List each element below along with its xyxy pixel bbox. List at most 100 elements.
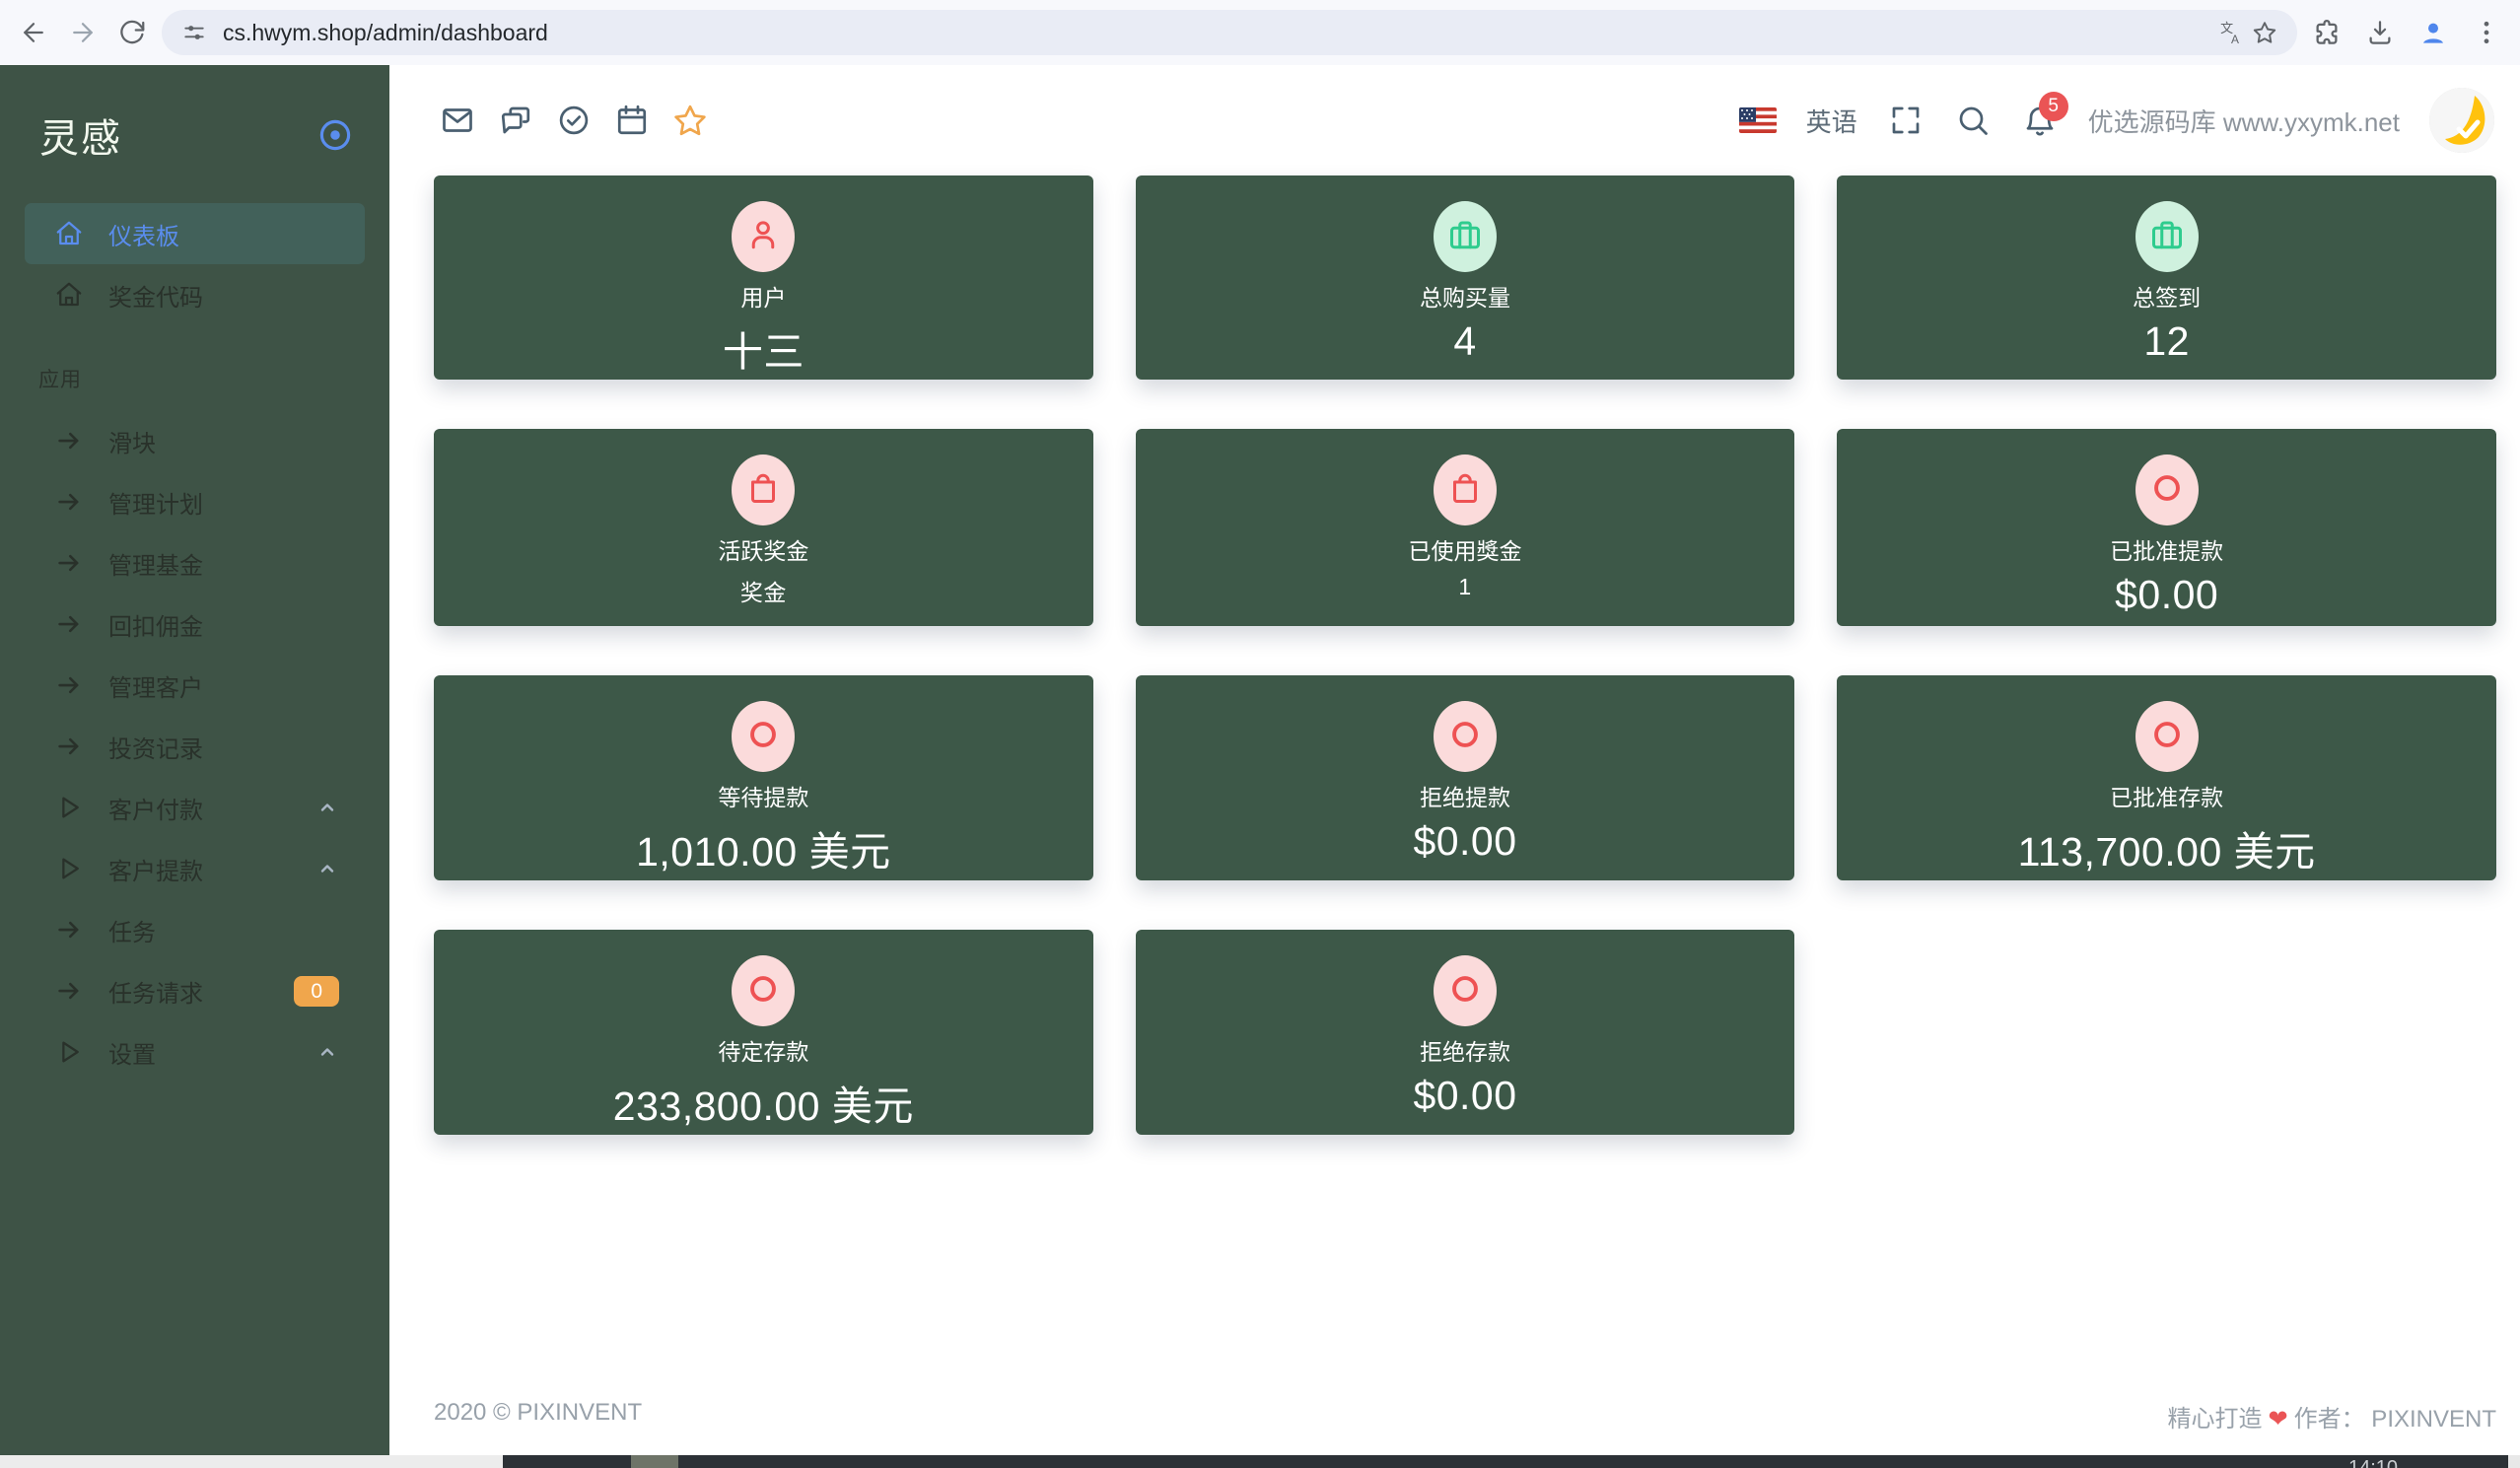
sidebar-item-管理基金[interactable]: 管理基金 <box>25 532 365 594</box>
promo-link[interactable]: 优选源码库 www.yxymk.net <box>2088 103 2400 139</box>
stat-icon-circle <box>732 701 795 772</box>
avatar[interactable] <box>2429 88 2494 153</box>
sidebar-item-投资记录[interactable]: 投资记录 <box>25 716 365 777</box>
taskbar-strip: 14:10 <box>0 1455 2520 1468</box>
stat-icon-circle <box>732 454 795 525</box>
stat-label: 活跃奖金 <box>434 535 1093 568</box>
sidebar-item-label: 奖金代码 <box>108 278 203 313</box>
sidebar-item-label: 投资记录 <box>108 730 203 764</box>
sidebar-item-label: 管理基金 <box>108 546 203 581</box>
stat-card: 总签到12 <box>1837 175 2496 380</box>
shopping-bag-icon <box>1447 470 1483 511</box>
sidebar-item-管理计划[interactable]: 管理计划 <box>25 471 365 532</box>
ring-icon <box>1447 717 1483 757</box>
download-icon[interactable] <box>2360 13 2400 52</box>
notifications-button[interactable]: 5 <box>2021 102 2059 139</box>
calendar-button[interactable] <box>613 102 651 139</box>
stat-icon-circle <box>732 955 795 1026</box>
stat-value: 1,010.00 美元 <box>434 818 1093 877</box>
search-button[interactable] <box>1954 102 1992 139</box>
stat-label: 拒绝存款 <box>1136 1036 1795 1069</box>
reload-button[interactable] <box>112 13 152 52</box>
sidebar-item-客户提款[interactable]: 客户提款 <box>25 838 365 899</box>
maximize-button[interactable] <box>1887 102 1925 139</box>
stat-icon-circle <box>2135 454 2199 525</box>
check-circle-button[interactable] <box>555 102 593 139</box>
sidebar-item-label: 客户付款 <box>108 791 203 825</box>
chat-button[interactable] <box>497 102 534 139</box>
stat-value: 233,800.00 美元 <box>434 1073 1093 1132</box>
horizontal-scrollbar[interactable] <box>0 1455 503 1468</box>
topbar: 英语 5 优选源码库 www.yxymk.net <box>389 65 2520 175</box>
url-bar[interactable]: cs.hwym.shop/admin/dashboard 文A <box>162 10 2297 55</box>
stat-icon-circle <box>2135 701 2199 772</box>
stat-label: 用户 <box>434 282 1093 315</box>
chevron-up-icon <box>315 1040 339 1064</box>
sidebar-item-奖金代码[interactable]: 奖金代码 <box>25 264 365 325</box>
sidebar-item-任务请求[interactable]: 任务请求0 <box>25 960 365 1021</box>
stat-value: 1 <box>1136 574 1795 600</box>
ring-icon <box>745 717 781 757</box>
sidebar-item-滑块[interactable]: 滑块 <box>25 410 365 471</box>
sidebar-item-label: 管理客户 <box>108 668 203 703</box>
back-button[interactable] <box>14 13 53 52</box>
stat-card: 活跃奖金奖金 <box>434 429 1093 626</box>
stat-value: 十三 <box>434 318 1093 378</box>
stat-card: 总购买量4 <box>1136 175 1795 380</box>
arrow-right-icon <box>54 732 84 761</box>
menu-section-label: 应用 <box>25 355 365 402</box>
stat-card: 拒绝存款$0.00 <box>1136 930 1795 1135</box>
sidebar-item-管理客户[interactable]: 管理客户 <box>25 655 365 716</box>
star-button[interactable] <box>671 102 709 139</box>
extensions-icon[interactable] <box>2307 13 2346 52</box>
translate-icon[interactable]: 文A <box>2214 16 2248 49</box>
stat-card: 拒绝提款$0.00 <box>1136 675 1795 880</box>
stat-icon-circle <box>1434 955 1497 1026</box>
arrow-right-icon <box>54 426 84 455</box>
language-selector[interactable]: 英语 <box>1806 103 1857 139</box>
stat-card: 已使用獎金 1 <box>1136 429 1795 626</box>
credits-text: 精心打造❤作者： PIXINVENT <box>2168 1399 2496 1433</box>
notification-badge: 5 <box>2039 92 2068 121</box>
stat-card: 已批准存款113,700.00 美元 <box>1837 675 2496 880</box>
stat-icon-circle <box>1434 701 1497 772</box>
stat-value: 12 <box>1837 318 2496 365</box>
url-text[interactable]: cs.hwym.shop/admin/dashboard <box>223 20 2203 46</box>
profile-icon[interactable] <box>2414 13 2453 52</box>
sidebar-item-label: 滑块 <box>108 424 156 458</box>
copyright-text: 2020 © PIXINVENT <box>434 1399 642 1433</box>
stat-card: 等待提款 1,010.00 美元 <box>434 675 1093 880</box>
stat-label: 已批准存款 <box>1837 782 2496 814</box>
home-icon <box>54 280 84 310</box>
footer: 2020 © PIXINVENT 精心打造❤作者： PIXINVENT <box>434 1399 2496 1433</box>
sidebar-item-回扣佣金[interactable]: 回扣佣金 <box>25 594 365 655</box>
svg-text:A: A <box>2231 33 2239 45</box>
count-badge: 0 <box>294 976 339 1007</box>
stat-icon-circle <box>732 201 795 272</box>
play-outline-icon <box>54 793 84 822</box>
sidebar-item-label: 客户提款 <box>108 852 203 886</box>
taskbar-app-button[interactable] <box>631 1455 678 1468</box>
taskbar-clock: 14:10 <box>2348 1457 2398 1468</box>
forward-button[interactable] <box>63 13 103 52</box>
site-settings-icon[interactable] <box>177 16 211 49</box>
sidebar-item-仪表板[interactable]: 仪表板 <box>25 203 365 264</box>
arrow-right-icon <box>54 915 84 944</box>
browser-toolbar: cs.hwym.shop/admin/dashboard 文A <box>0 0 2520 65</box>
sidebar-toggle-icon[interactable] <box>316 116 354 154</box>
sidebar-item-客户付款[interactable]: 客户付款 <box>25 777 365 838</box>
sidebar-item-设置[interactable]: 设置 <box>25 1021 365 1083</box>
arrow-right-icon <box>54 609 84 639</box>
shopping-bag-icon <box>745 470 781 511</box>
menu-kebab-icon[interactable] <box>2467 13 2506 52</box>
chevron-up-icon <box>315 857 339 880</box>
main-content: 英语 5 优选源码库 www.yxymk.net 用户十三总购买量4总签到12 活… <box>389 65 2520 1455</box>
bookmark-star-icon[interactable] <box>2248 16 2281 49</box>
mail-button[interactable] <box>439 102 476 139</box>
us-flag-icon[interactable] <box>1739 107 1777 133</box>
stat-label: 总购买量 <box>1136 282 1795 315</box>
sidebar-item-任务[interactable]: 任务 <box>25 899 365 960</box>
stat-label: 已使用獎金 <box>1136 535 1795 568</box>
stat-label: 等待提款 <box>434 782 1093 814</box>
briefcase-icon <box>2149 217 2185 257</box>
